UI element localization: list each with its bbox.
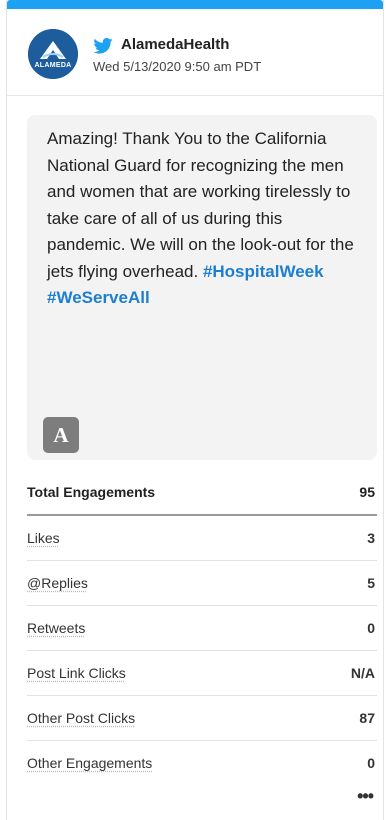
post-badge: A — [43, 417, 79, 453]
metric-other-engagements: Other Engagements 0 — [27, 741, 377, 785]
metric-value: 0 — [367, 620, 375, 636]
metric-value: 5 — [367, 575, 375, 591]
network-color-bar — [7, 0, 383, 9]
metric-label[interactable]: Likes — [27, 530, 60, 546]
metric-total-engagements: Total Engagements 95 — [27, 470, 377, 516]
alameda-logo-icon — [28, 29, 78, 79]
post-body: Amazing! Thank You to the California Nat… — [47, 129, 354, 281]
metric-retweets: Retweets 0 — [27, 606, 377, 651]
post-text: Amazing! Thank You to the California Nat… — [47, 126, 363, 312]
avatar[interactable]: ALAMEDA — [28, 29, 78, 79]
metric-label[interactable]: Retweets — [27, 620, 85, 636]
engagement-metrics: Total Engagements 95 Likes 3 @Replies 5 … — [27, 470, 377, 785]
post-content[interactable]: Amazing! Thank You to the California Nat… — [27, 115, 377, 460]
metric-value: 3 — [367, 530, 375, 546]
metric-label[interactable]: Other Post Clicks — [27, 710, 135, 726]
metric-label: Total Engagements — [27, 484, 156, 500]
metric-value: 95 — [359, 484, 375, 500]
twitter-bird-icon — [93, 38, 113, 54]
post-timestamp: Wed 5/13/2020 9:50 am PDT — [93, 59, 262, 74]
post-card: ALAMEDA AlamedaHealth Wed 5/13/2020 9:50… — [6, 0, 384, 820]
metric-likes: Likes 3 — [27, 516, 377, 561]
metric-replies: @Replies 5 — [27, 561, 377, 606]
metric-post-link-clicks: Post Link Clicks N/A — [27, 651, 377, 696]
metric-label[interactable]: Other Engagements — [27, 755, 152, 771]
metric-value: N/A — [350, 665, 375, 681]
more-options-icon[interactable]: ••• — [357, 786, 374, 807]
metric-label[interactable]: Post Link Clicks — [27, 665, 126, 681]
account-name[interactable]: AlamedaHealth — [121, 36, 229, 53]
metric-value: 0 — [367, 755, 375, 771]
metric-other-post-clicks: Other Post Clicks 87 — [27, 696, 377, 741]
logo-text: ALAMEDA — [34, 62, 72, 69]
metric-label[interactable]: @Replies — [27, 575, 88, 591]
post-header: ALAMEDA AlamedaHealth Wed 5/13/2020 9:50… — [7, 9, 383, 96]
metric-value: 87 — [359, 710, 375, 726]
